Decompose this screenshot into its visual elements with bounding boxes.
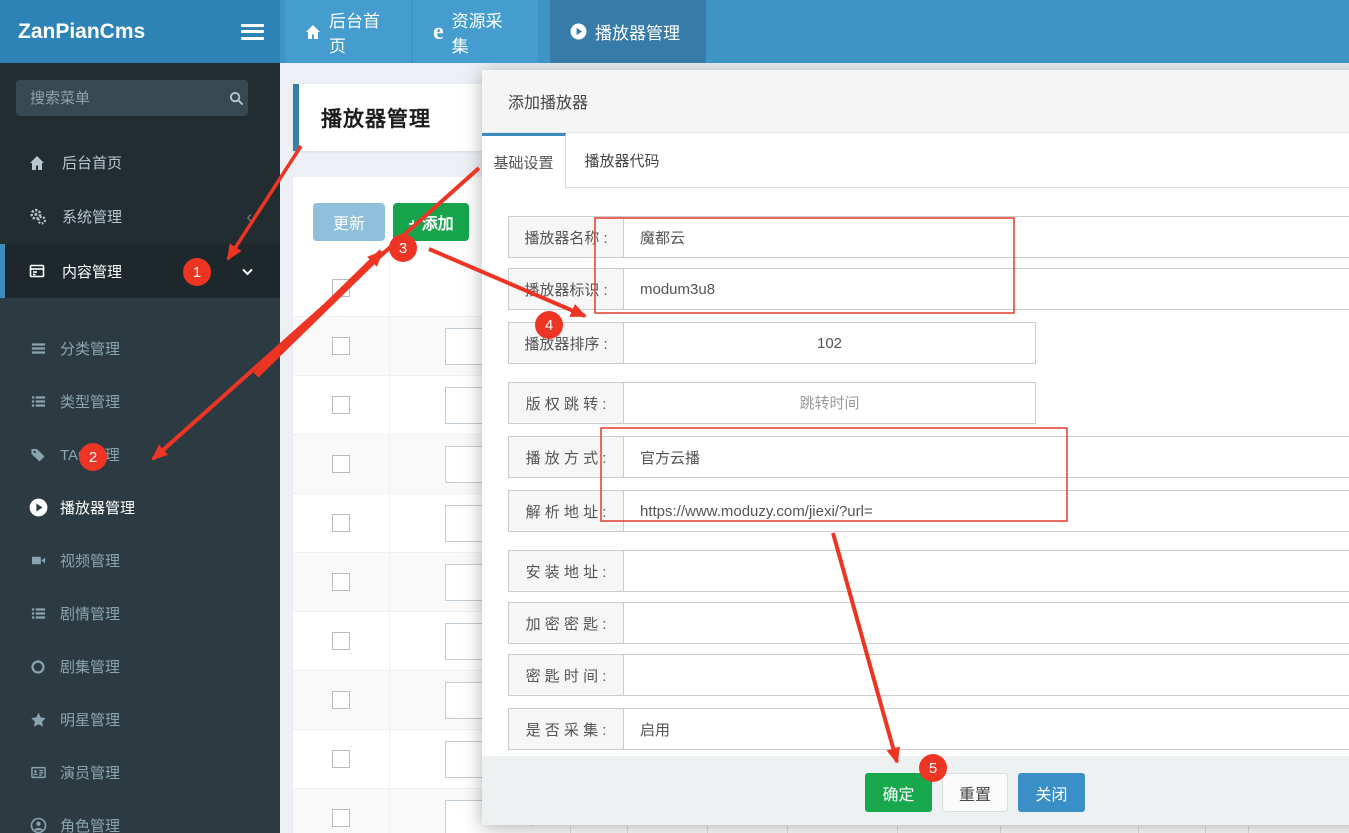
sidebar: 后台首页 系统管理 ‹ 内容管理 分类管理: [0, 63, 280, 833]
app-window: 播放器管理 更新 + 添加 ZanPianCms 后台首页 e 资源采集 播放器…: [0, 0, 1349, 833]
tab-basic-settings[interactable]: 基础设置: [482, 133, 566, 189]
field-row-parse-url: 解 析 地 址 :: [508, 490, 1349, 532]
player-name-input[interactable]: [624, 217, 1349, 257]
encrypt-key-input[interactable]: [624, 603, 1349, 643]
sidebar-item-tag[interactable]: TAG管理: [0, 428, 280, 481]
field-row-collect-enabled: 是 否 采 集 :: [508, 708, 1349, 750]
user-icon: [28, 817, 48, 833]
sidebar-item-system[interactable]: 系统管理 ‹: [0, 190, 280, 243]
nav-tab-player-manage[interactable]: 播放器管理: [550, 0, 706, 63]
row-checkbox[interactable]: [332, 573, 350, 591]
home-icon: [305, 24, 321, 40]
install-url-input[interactable]: [624, 551, 1349, 591]
tab-player-code[interactable]: 播放器代码: [566, 133, 678, 188]
bars-icon: [28, 341, 48, 356]
field-row-encrypt-key: 加 密 密 匙 :: [508, 602, 1349, 644]
key-time-input[interactable]: [624, 655, 1349, 695]
content-icon: [28, 263, 46, 279]
nav-tab-resource-collect[interactable]: e 资源采集: [413, 0, 538, 63]
nav-tab-dashboard[interactable]: 后台首页: [285, 0, 411, 63]
field-label: 加 密 密 匙 :: [509, 603, 624, 643]
sidebar-item-star[interactable]: 明星管理: [0, 693, 280, 746]
field-row-install-url: 安 装 地 址 :: [508, 550, 1349, 592]
row-checkbox[interactable]: [332, 632, 350, 650]
row-checkbox[interactable]: [332, 809, 350, 827]
sidebar-item-player[interactable]: 播放器管理: [0, 481, 280, 534]
modal-header: 添加播放器: [482, 70, 1349, 133]
gears-icon: [28, 208, 46, 225]
field-label: 安 装 地 址 :: [509, 551, 624, 591]
star-icon: [28, 712, 48, 728]
field-label: 版 权 跳 转 :: [509, 383, 624, 423]
modal-footer: 确定 重置 关闭: [482, 756, 1349, 825]
modal-title: 添加播放器: [508, 95, 589, 112]
field-label: 播放器排序 :: [509, 323, 624, 363]
row-checkbox[interactable]: [332, 455, 350, 473]
row-checkbox[interactable]: [332, 396, 350, 414]
sidebar-item-role[interactable]: 角色管理: [0, 799, 280, 833]
list-icon: [28, 394, 48, 409]
player-code-input[interactable]: [624, 269, 1349, 309]
search-icon: [229, 91, 248, 106]
list-icon: [28, 606, 48, 621]
plus-icon: +: [408, 216, 418, 233]
angle-left-icon: ‹: [246, 206, 252, 226]
chevron-down-icon: [241, 265, 254, 278]
collect-enabled-input[interactable]: [624, 709, 1349, 749]
player-sort-input[interactable]: [624, 323, 1035, 363]
select-all-checkbox[interactable]: [332, 279, 350, 297]
row-checkbox[interactable]: [332, 337, 350, 355]
sidebar-item-episode[interactable]: 剧集管理: [0, 640, 280, 693]
update-button[interactable]: 更新: [313, 203, 385, 241]
page-title: 播放器管理: [321, 107, 431, 131]
field-row-player-name: 播放器名称 :: [508, 216, 1349, 258]
field-row-play-mode: 播 放 方 式 :: [508, 436, 1349, 478]
play-circle-icon: [570, 23, 587, 40]
sidebar-search: [16, 80, 248, 116]
add-player-modal: 添加播放器 基础设置 播放器代码 播放器名称 : 播放器标识 : 播放器排序 :…: [482, 70, 1349, 825]
tags-icon: [28, 447, 48, 463]
sidebar-item-dashboard[interactable]: 后台首页: [0, 136, 280, 189]
sidebar-item-category[interactable]: 分类管理: [0, 322, 280, 375]
field-label: 播放器标识 :: [509, 269, 624, 309]
sidebar-item-type[interactable]: 类型管理: [0, 375, 280, 428]
field-label: 解 析 地 址 :: [509, 491, 624, 531]
copyright-jump-input[interactable]: [624, 383, 1035, 423]
field-row-player-sort: 播放器排序 :: [508, 322, 1036, 364]
field-label: 密 匙 时 间 :: [509, 655, 624, 695]
row-checkbox[interactable]: [332, 750, 350, 768]
field-row-copyright-jump: 版 权 跳 转 :: [508, 382, 1036, 424]
top-navbar: ZanPianCms 后台首页 e 资源采集 播放器管理: [0, 0, 1349, 63]
confirm-button[interactable]: 确定: [865, 773, 932, 812]
video-icon: [28, 553, 48, 568]
reset-button[interactable]: 重置: [942, 773, 1008, 812]
add-button[interactable]: + 添加: [393, 203, 469, 241]
field-row-key-time: 密 匙 时 间 :: [508, 654, 1349, 696]
sidebar-toggle-button[interactable]: [228, 0, 276, 63]
row-checkbox[interactable]: [332, 514, 350, 532]
browser-icon: e: [433, 18, 444, 45]
play-mode-input[interactable]: [624, 437, 1349, 477]
table-bottom-strip: [482, 826, 1349, 833]
modal-tabs: 基础设置 播放器代码: [482, 133, 1349, 189]
sidebar-item-actor[interactable]: 演员管理: [0, 746, 280, 799]
field-label: 播放器名称 :: [509, 217, 624, 257]
sidebar-item-video[interactable]: 视频管理: [0, 534, 280, 587]
home-icon: [28, 155, 46, 171]
search-button[interactable]: [229, 80, 248, 116]
sidebar-submenu: 分类管理 类型管理 TAG管理 播放器管理 视频管理 剧情管理 剧集管理 明星管…: [0, 298, 280, 833]
close-button[interactable]: 关闭: [1018, 773, 1085, 812]
row-checkbox[interactable]: [332, 691, 350, 709]
field-label: 播 放 方 式 :: [509, 437, 624, 477]
circle-icon: [28, 659, 48, 675]
sidebar-search-input[interactable]: [16, 80, 229, 116]
parse-url-input[interactable]: [624, 491, 1349, 531]
sidebar-item-content[interactable]: 内容管理: [0, 244, 280, 298]
field-row-player-code: 播放器标识 :: [508, 268, 1349, 310]
field-label: 是 否 采 集 :: [509, 709, 624, 749]
idcard-icon: [28, 765, 48, 780]
sidebar-item-plot[interactable]: 剧情管理: [0, 587, 280, 640]
play-circle-icon: [28, 498, 48, 517]
